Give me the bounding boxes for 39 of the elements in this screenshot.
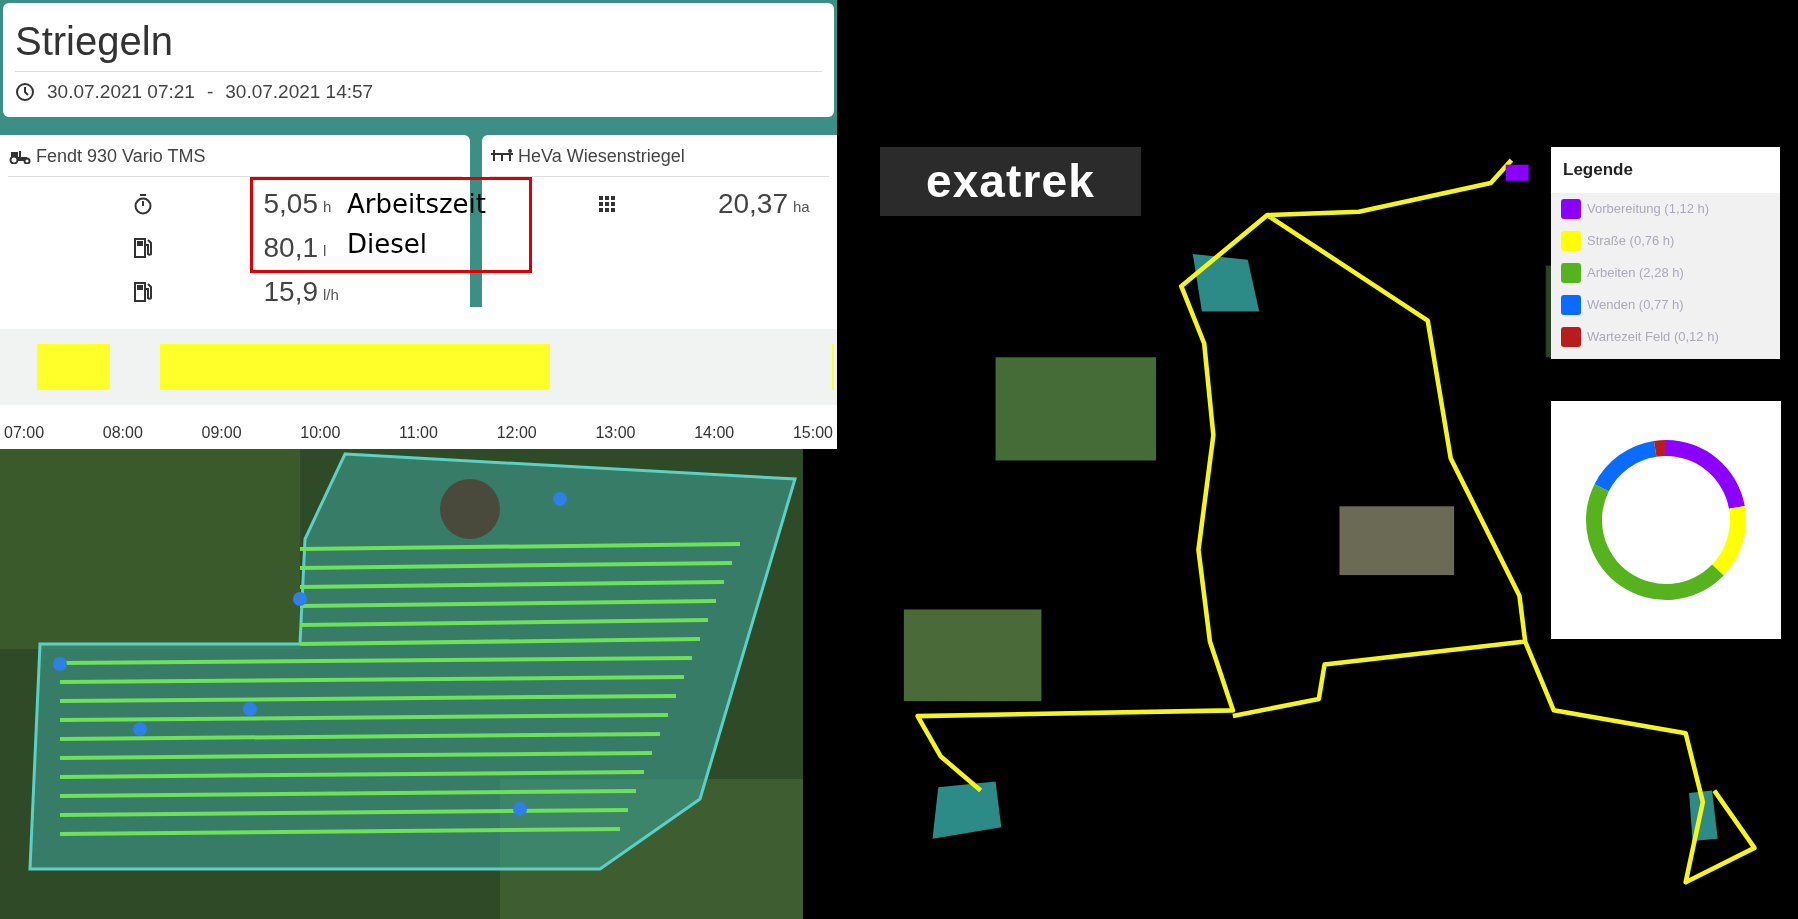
metric-unit: h: [323, 197, 332, 217]
metric-unit: l/h: [323, 285, 339, 305]
time-tick-label: 15:00: [792, 422, 833, 443]
brand-logo: exatrek: [925, 154, 1096, 209]
legend-label: Wenden (0,77 h): [1587, 295, 1684, 314]
metric-value: 15,9: [262, 276, 318, 307]
activity-bar: [831, 343, 835, 390]
legend-title: Legende: [1551, 147, 1780, 193]
metric-value: 20,37: [716, 188, 788, 219]
metric-unit: l: [323, 241, 327, 261]
clock-icon: [15, 82, 35, 103]
time-tick-label: 12:00: [496, 422, 537, 443]
metric-unit: ha: [793, 197, 810, 217]
legend-label: Vorbereitung (1,12 h): [1587, 199, 1710, 218]
start-time: 30.07.2021 07:21: [47, 80, 195, 104]
harrow-icon: [490, 148, 514, 164]
grid-icon: [598, 194, 616, 213]
time-tick-label: 07:00: [4, 422, 45, 443]
time-separator: -: [206, 80, 214, 104]
legend-label: Arbeiten (2,28 h): [1587, 263, 1684, 282]
time-tick-label: 10:00: [300, 422, 341, 443]
page-title: Striegeln: [15, 18, 174, 65]
legend-label: Wartezeit Feld (0,12 h): [1587, 327, 1719, 346]
tractor-icon: [8, 148, 32, 164]
stopwatch-icon: [133, 192, 153, 215]
metric-value: 80,1: [262, 232, 318, 263]
fuel-pump-icon: [133, 236, 153, 259]
end-time: 30.07.2021 14:57: [225, 80, 374, 104]
time-tick-label: 11:00: [399, 422, 438, 443]
time-tick-label: 14:00: [694, 422, 735, 443]
machine-name: HeVa Wiesenstriegel: [518, 144, 685, 168]
metric-value: 5,05: [262, 188, 318, 219]
time-tick-label: 08:00: [102, 422, 143, 443]
time-tick-label: 13:00: [595, 422, 636, 443]
annotation-label: Diesel: [347, 227, 427, 261]
fuel-pump-icon: [133, 280, 153, 303]
time-tick-label: 09:00: [201, 422, 242, 443]
machine-name: Fendt 930 Vario TMS: [36, 144, 206, 168]
legend-label: Straße (0,76 h): [1587, 231, 1675, 250]
